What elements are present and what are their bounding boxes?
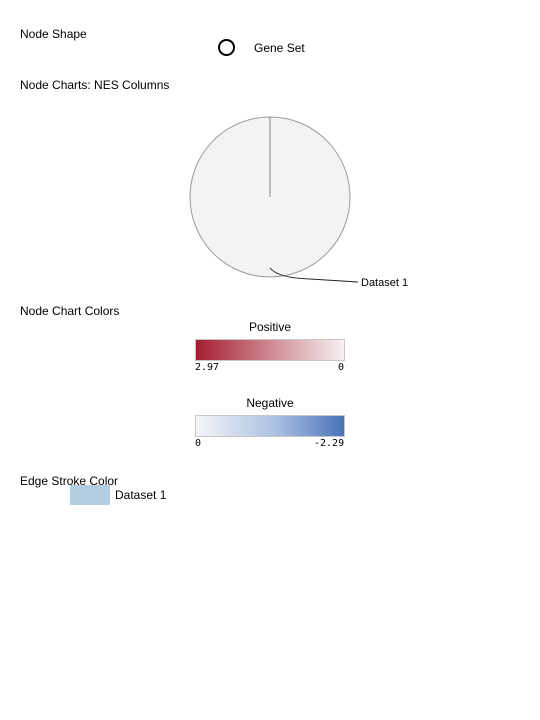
edge-dataset-label: Dataset 1 [115, 488, 167, 502]
positive-max-label: 0 [338, 362, 345, 373]
negative-max-label: -2.29 [314, 438, 345, 449]
negative-legend-heading: Negative [246, 396, 294, 410]
positive-min-label: 2.97 [195, 362, 220, 373]
positive-gradient-bar [195, 339, 345, 361]
negative-min-label: 0 [195, 438, 202, 449]
node-chart-pie: Dataset 1 [189, 116, 408, 289]
negative-gradient-bar [195, 415, 345, 437]
positive-legend-heading: Positive [248, 320, 292, 334]
node-chart-colors-title: Node Chart Colors [20, 304, 120, 318]
edge-color-swatch [70, 485, 110, 505]
pie-dataset-label: Dataset 1 [361, 277, 408, 289]
